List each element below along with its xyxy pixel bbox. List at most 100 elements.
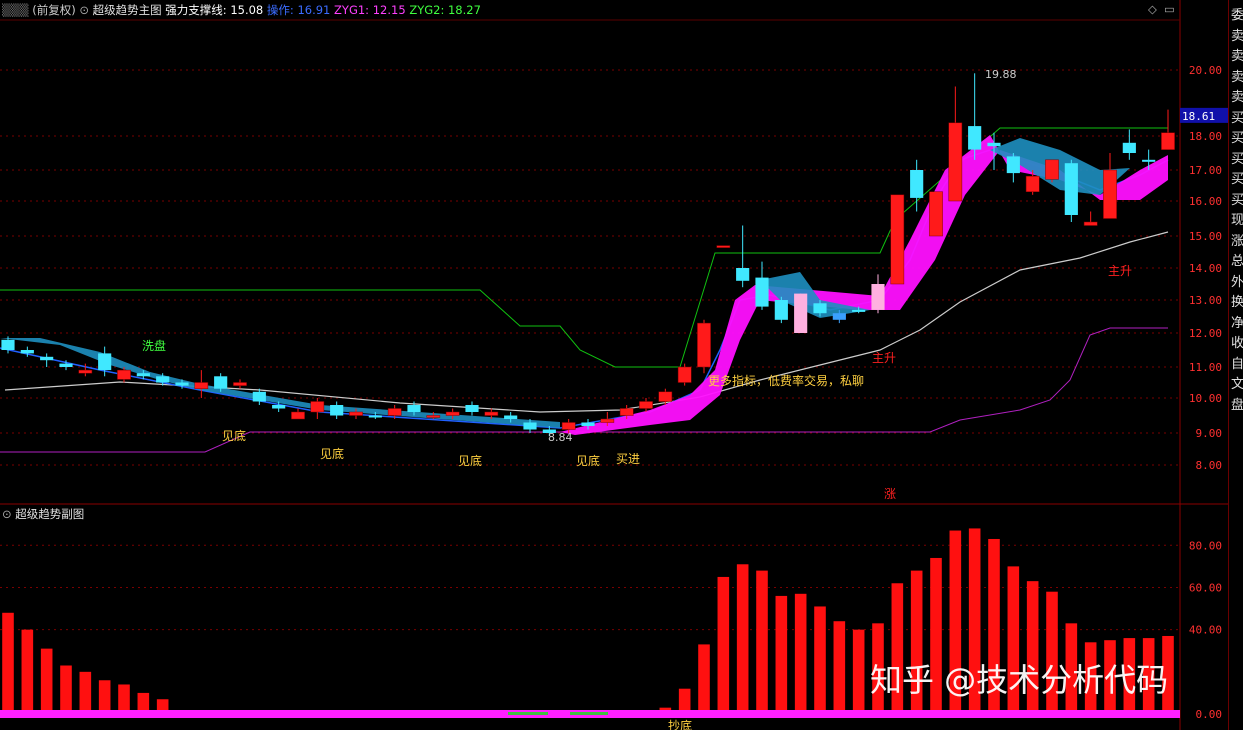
chart-annotation: 洗盘 xyxy=(142,338,166,353)
sub-bar xyxy=(21,629,34,714)
candle-body xyxy=(40,356,54,361)
chart-grid xyxy=(0,0,1228,730)
sub-title[interactable]: 超级趋势副图 xyxy=(15,507,84,521)
sub-bar xyxy=(79,671,92,714)
candle-body xyxy=(832,313,846,320)
candle-body xyxy=(1025,175,1040,192)
candle-body xyxy=(484,411,499,416)
candle-body xyxy=(677,366,692,383)
candle-body xyxy=(1142,159,1156,162)
candle-body xyxy=(504,415,518,419)
price-tick-label: 8.00 xyxy=(1196,459,1223,472)
candle-body xyxy=(755,277,769,307)
candle-body xyxy=(330,405,344,416)
op-label: 操作: xyxy=(266,3,294,17)
sub-tick-label: 40.00 xyxy=(1189,624,1222,637)
candle-body xyxy=(136,373,150,377)
mode-label[interactable]: (前复权) xyxy=(32,3,75,17)
candle-body xyxy=(523,422,537,430)
sidebar-label: 总 xyxy=(1231,254,1243,269)
candle-body xyxy=(349,411,363,416)
sub-tick-label: 80.00 xyxy=(1189,539,1222,552)
chart-annotation: 见底 xyxy=(458,453,482,468)
candle-body xyxy=(214,376,228,389)
support-label: 强力支撑线: xyxy=(165,3,227,17)
candle-body xyxy=(98,353,112,371)
high-mark: 19.88 xyxy=(985,68,1017,81)
sidebar-label: 卖 xyxy=(1231,28,1243,44)
candle-body xyxy=(156,376,170,383)
candle-body xyxy=(407,405,421,412)
candle-body xyxy=(813,303,827,314)
candle-body xyxy=(387,408,402,416)
zyg2-line xyxy=(0,127,1168,368)
candle-body xyxy=(20,350,34,354)
chart-annotation: 主升 xyxy=(1108,264,1132,278)
candle-body xyxy=(233,382,247,386)
sidebar-label: 涨 xyxy=(1231,233,1243,249)
sub-annotation: 抄底 xyxy=(668,718,692,730)
candle-body xyxy=(774,300,788,320)
sub-bar xyxy=(833,621,846,714)
candle-body xyxy=(78,369,93,374)
sub-green-mark xyxy=(508,712,548,715)
diamond-icon[interactable]: ◇ xyxy=(1148,2,1157,16)
candle-body xyxy=(1161,132,1175,150)
candle-body xyxy=(968,126,982,150)
candle-body xyxy=(794,293,808,333)
chart-annotation: 更多指标，低费率交易，私聊 xyxy=(708,373,864,388)
candle-body xyxy=(252,391,266,402)
sidebar-label: 净 xyxy=(1231,315,1243,331)
sub-green-mark xyxy=(570,712,608,715)
sub-collapse-icon[interactable]: ⊙ xyxy=(2,507,12,521)
candle-body xyxy=(1,339,15,350)
candle-body xyxy=(175,382,189,386)
collapse-icon[interactable]: ⊙ xyxy=(79,3,89,17)
sub-header: ⊙ 超级趋势副图 xyxy=(2,506,84,522)
sub-bar xyxy=(60,665,72,714)
zyg1-value: 12.15 xyxy=(372,3,406,17)
candle-body xyxy=(465,405,479,412)
candle-body xyxy=(658,391,673,402)
sidebar-label: 买 xyxy=(1231,131,1243,146)
candle-body xyxy=(987,142,1001,147)
op-line xyxy=(0,149,1169,429)
candle-body xyxy=(1103,169,1117,219)
sidebar-label: 现 xyxy=(1231,213,1243,228)
sub-bar xyxy=(794,593,807,714)
zyg1-label: ZYG1: xyxy=(334,3,370,17)
candle-body xyxy=(852,309,866,312)
sub-bar xyxy=(852,629,865,714)
sidebar-label: 买 xyxy=(1231,151,1243,167)
price-tick-label: 18.00 xyxy=(1189,130,1222,143)
price-tick-label: 14.00 xyxy=(1189,262,1222,275)
chart-annotation: 见底 xyxy=(320,446,344,461)
price-tick-label: 17.00 xyxy=(1189,164,1222,177)
window-icon[interactable]: ▭ xyxy=(1164,2,1175,16)
sub-bar xyxy=(98,680,111,714)
candle-body xyxy=(1006,156,1020,174)
candle-body xyxy=(929,191,943,237)
sidebar-label: 买 xyxy=(1231,192,1243,208)
sub-tick-label: 0.00 xyxy=(1196,708,1223,721)
chart-annotation: 买进 xyxy=(616,452,640,466)
price-tick-label: 11.00 xyxy=(1189,361,1222,374)
price-tick-label: 16.00 xyxy=(1189,195,1222,208)
zyg2-label: ZYG2: xyxy=(409,3,445,17)
sidebar-label: 自 xyxy=(1231,356,1243,372)
candle-body xyxy=(368,415,382,418)
stock-name-blur: ▒▒▒ xyxy=(2,3,29,17)
sidebar-label: 卖 xyxy=(1231,90,1243,105)
sidebar-label: 盘 xyxy=(1231,397,1243,413)
indicator-title[interactable]: 超级趋势主图 xyxy=(93,3,162,17)
candle-body xyxy=(948,122,963,202)
price-tick-label: 12.00 xyxy=(1189,327,1222,340)
price-axis[interactable]: 8.00 9.00 10.00 11.00 12.00 13.00 14.00 15.00 16… xyxy=(1180,64,1228,721)
sidebar-label: 外 xyxy=(1231,274,1243,290)
sub-tick-label: 60.00 xyxy=(1189,581,1222,594)
candle-body xyxy=(736,268,750,281)
candle-body xyxy=(426,415,441,418)
sub-bar xyxy=(717,576,730,714)
candle-body xyxy=(619,408,634,416)
candle-body xyxy=(1122,142,1136,153)
